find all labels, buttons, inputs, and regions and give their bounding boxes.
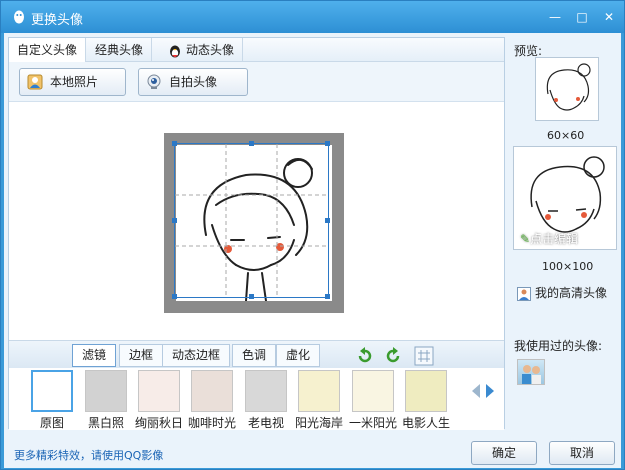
edit-label: 点击编辑 [530,232,579,246]
used-avatar-thumbnail[interactable] [517,359,545,385]
pencil-icon: ✎ [520,232,531,246]
crop-handle[interactable] [325,294,330,299]
filter-label: 咖啡时光 [187,416,236,430]
crop-grid [175,144,328,297]
filter-thumbnail [352,370,394,412]
filter-thumbnail [85,370,127,412]
maximize-icon[interactable]: □ [574,9,590,25]
footer: 更多精彩特效，请使用QQ影像 确定 取消 [8,438,616,466]
button-label: 本地照片 [50,75,99,89]
filter-label: 老电视 [247,416,284,430]
effect-tabs: 滤镜 边框 动态边框 色调 虚化 [9,340,504,368]
user-icon [517,286,531,301]
filter-item[interactable]: 咖啡时光 [188,370,236,431]
preview-large[interactable]: ✎点击编辑 [513,146,617,250]
tab-dynamic-avatar[interactable]: 动态头像 [160,38,244,62]
qq-penguin-icon [14,10,24,24]
ok-button[interactable]: 确定 [471,441,537,465]
filter-label: 原图 [39,416,64,430]
scroll-right-icon[interactable] [486,384,494,398]
tab-label: 经典头像 [95,43,144,57]
photo-frame [164,133,344,313]
tab-label: 色调 [242,348,267,362]
filter-label: 黑白照 [87,416,124,430]
toolbar: 本地照片 自拍头像 [9,62,504,102]
filter-item[interactable]: 阳光海岸 [295,370,343,431]
tab-tone[interactable]: 色调 [232,344,277,367]
filter-list: 原图 黑白照 绚丽秋日 咖啡时光 老电视 阳光海岸 一米阳光 电影人生 [9,368,504,430]
selfie-button[interactable]: 自拍头像 [138,68,248,96]
tab-blur[interactable]: 虚化 [276,344,321,367]
preview-small [535,57,599,121]
hd-avatar-label: 我的高清头像 [535,286,608,300]
tab-label: 动态边框 [172,348,221,362]
crop-canvas [9,103,504,339]
tab-custom-avatar[interactable]: 自定义头像 [9,38,87,63]
filter-thumbnail [298,370,340,412]
local-photo-button[interactable]: 本地照片 [19,68,126,96]
crop-handle[interactable] [249,141,254,146]
crop-selection[interactable] [172,141,330,299]
penguin-icon [170,45,180,57]
user-photo-icon [27,74,43,90]
tab-label: 边框 [129,348,154,362]
filter-thumbnail [405,370,447,412]
webcam-icon [147,74,161,89]
scroll-left-icon[interactable] [472,384,480,398]
crop-handle[interactable] [172,141,177,146]
tab-label: 动态头像 [186,43,235,57]
cancel-button[interactable]: 取消 [549,441,615,465]
edit-hint[interactable]: ✎点击编辑 [520,230,578,247]
filter-thumbnail [31,370,73,412]
filter-label: 电影人生 [401,416,450,430]
crop-handle[interactable] [325,141,330,146]
filter-item[interactable]: 原图 [29,370,75,431]
minimize-icon[interactable]: — [547,9,563,25]
preview-large-size: 100×100 [542,260,594,273]
crop-handle[interactable] [172,218,177,223]
close-icon[interactable]: ✕ [601,9,617,25]
hd-avatar-link[interactable]: 我的高清头像 [517,284,607,301]
editor-panel: 自定义头像 经典头像 动态头像 本地照片 自拍头像 滤镜 边框 动态边框 色调 … [8,37,505,430]
filter-item[interactable]: 黑白照 [83,370,129,431]
rotate-right-icon[interactable] [384,347,402,365]
filter-label: 一米阳光 [348,416,397,430]
filter-item[interactable]: 电影人生 [402,370,450,431]
tab-label: 虚化 [286,348,311,362]
tab-label: 自定义头像 [17,43,78,57]
grid-toggle-icon[interactable] [414,346,434,366]
filter-item[interactable]: 老电视 [243,370,289,431]
filter-label: 阳光海岸 [294,416,343,430]
tab-filter[interactable]: 滤镜 [72,344,117,367]
window-title: 更换头像 [31,13,84,28]
qq-image-link[interactable]: 更多精彩特效，请使用QQ影像 [14,447,163,463]
tab-dynamic-border[interactable]: 动态边框 [162,344,231,367]
tab-label: 滤镜 [82,348,107,362]
change-avatar-window: 更换头像 — □ ✕ 自定义头像 经典头像 动态头像 本地照片 自拍头像 滤镜 … [0,0,625,470]
used-avatars-label: 我使用过的头像: [514,339,603,353]
rotate-left-icon[interactable] [356,347,374,365]
filter-item[interactable]: 一米阳光 [349,370,397,431]
crop-handle[interactable] [249,294,254,299]
client-area: 自定义头像 经典头像 动态头像 本地照片 自拍头像 滤镜 边框 动态边框 色调 … [4,33,621,468]
crop-handle[interactable] [172,294,177,299]
button-label: 自拍头像 [169,75,218,89]
crop-handle[interactable] [325,218,330,223]
filter-item[interactable]: 绚丽秋日 [135,370,183,431]
tab-border[interactable]: 边框 [119,344,164,367]
filter-thumbnail [245,370,287,412]
avatar-tabs: 自定义头像 经典头像 动态头像 [9,38,504,63]
title-bar: 更换头像 — □ ✕ [1,1,624,33]
preview-small-size: 60×60 [547,129,585,142]
tab-classic-avatar[interactable]: 经典头像 [87,38,153,62]
filter-label: 绚丽秋日 [134,416,183,430]
preview-panel: 预览: 60×60 ✎点击编辑 100×100 我的高清头像 我使用过的头像: [509,33,621,433]
filter-thumbnail [191,370,233,412]
filter-thumbnail [138,370,180,412]
